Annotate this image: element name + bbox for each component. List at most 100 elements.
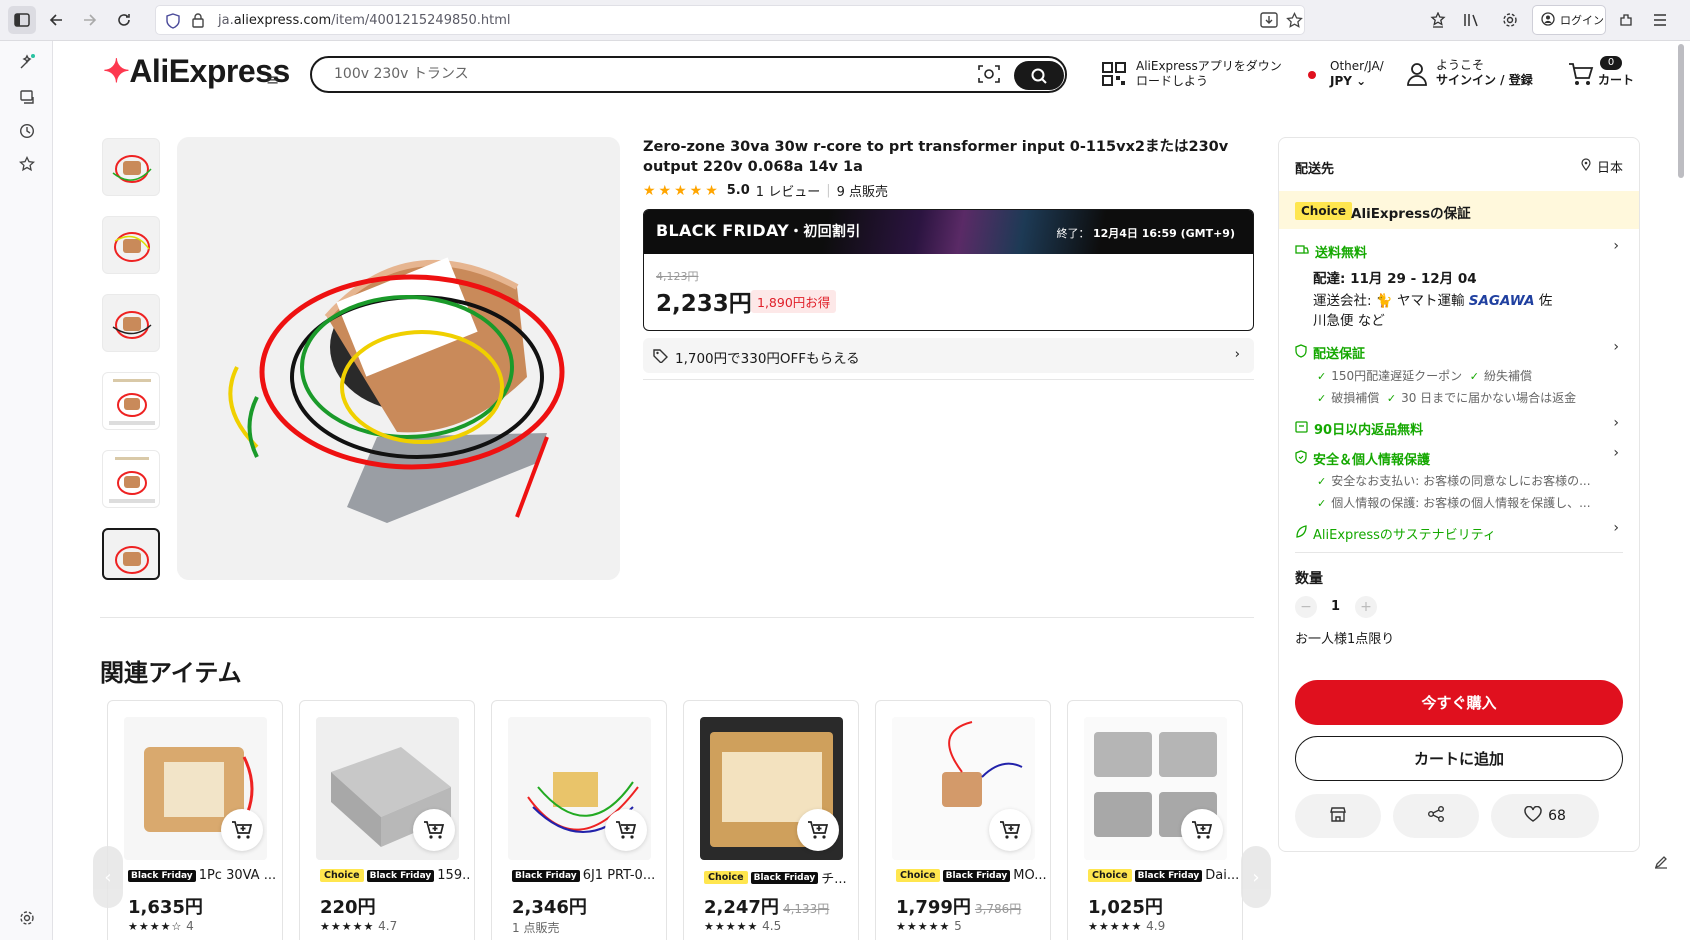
review-count[interactable]: 1 レビュー [756, 181, 820, 200]
extensions-icon[interactable] [1612, 6, 1640, 34]
region-selector[interactable]: Other/JA/JPY ⌄ [1330, 59, 1384, 89]
bookmarks-icon[interactable] [16, 153, 38, 175]
add-to-cart-icon[interactable] [989, 809, 1031, 851]
delivery-guarantee-row[interactable]: 配送保証 [1295, 343, 1365, 362]
related-item-card[interactable]: Choice Black Friday チ... 2,247円 4,133円 ★★★★… [683, 700, 859, 940]
related-item-title[interactable]: Choice Black Friday チ... [704, 868, 854, 887]
page-scrollbar[interactable] [1678, 44, 1684, 178]
ship-to-country[interactable]: 日本 [1581, 157, 1623, 176]
buy-now-button[interactable]: 今すぐ購入 [1295, 680, 1623, 725]
wishlist-button[interactable]: 68 [1491, 794, 1599, 838]
edit-pencil-icon[interactable] [1654, 855, 1668, 873]
extensions-star-icon[interactable] [1424, 6, 1452, 34]
url-bar[interactable]: ja.aliexpress.com/item/4001215249850.htm… [155, 5, 1305, 35]
chevron-right-icon[interactable]: › [1613, 445, 1619, 461]
chevron-right-icon[interactable]: › [1613, 520, 1619, 536]
forward-icon[interactable] [76, 6, 104, 34]
related-item-rating: ★★★★★ 4.5 [704, 919, 782, 933]
search-bar [310, 56, 1067, 93]
divider [100, 617, 1254, 618]
product-thumbnail[interactable] [102, 216, 160, 274]
free-shipping-row[interactable]: 送料無料 [1295, 242, 1367, 261]
carousel-prev-button[interactable]: ‹ [93, 846, 123, 908]
gear-icon[interactable] [1496, 6, 1524, 34]
related-item-price: 220円 [320, 897, 376, 918]
product-thumbnail-selected[interactable] [102, 528, 160, 580]
coupon-row[interactable]: 1,700円で330円OFFもらえる › [643, 338, 1254, 373]
store-button[interactable] [1295, 794, 1381, 838]
menu-icon[interactable] [1646, 6, 1674, 34]
chevron-right-icon[interactable]: › [1613, 238, 1619, 254]
related-item-title[interactable]: Black Friday 1Pc 30VA ... [128, 868, 278, 883]
bookmark-star-icon[interactable] [1286, 11, 1303, 33]
cart-icon[interactable] [1568, 62, 1594, 90]
related-item-card[interactable]: Black Friday 6J1 PRT-0... 2,346円 1 点販売 [491, 700, 667, 940]
related-item-card[interactable]: ChoiceBlack Friday159... 220円 ★★★★★ 4.7 [299, 700, 475, 940]
search-input[interactable] [334, 65, 954, 81]
related-item-card[interactable]: Black Friday 1Pc 30VA ... 1,635円 ★★★★☆ 4 [107, 700, 283, 940]
add-to-cart-icon[interactable] [413, 809, 455, 851]
history-icon[interactable] [16, 120, 38, 142]
related-item-title[interactable]: Black Friday 6J1 PRT-0... [512, 868, 662, 883]
add-to-cart-button[interactable]: カートに追加 [1295, 736, 1623, 781]
product-thumbnail[interactable] [102, 138, 160, 196]
chevron-right-icon[interactable]: › [1613, 339, 1619, 355]
app-download-link[interactable]: AliExpressアプリをダウン ロードしよう [1136, 59, 1282, 89]
categories-menu-icon[interactable]: ≡ [266, 70, 279, 89]
share-button[interactable] [1393, 794, 1479, 838]
add-to-cart-icon[interactable] [221, 809, 263, 851]
quantity-decrease-button[interactable]: − [1295, 596, 1317, 618]
related-item-image[interactable] [892, 717, 1035, 860]
product-main-image[interactable] [177, 137, 620, 580]
signin-link[interactable]: ようこそ サインイン / 登録 [1436, 58, 1533, 88]
related-item-title[interactable]: Choice Black Friday MO... [896, 868, 1046, 883]
related-item-image[interactable] [124, 717, 267, 860]
add-to-cart-icon[interactable] [605, 809, 647, 851]
qr-code-icon[interactable] [1102, 62, 1126, 90]
back-icon[interactable] [42, 6, 70, 34]
quantity-increase-button[interactable]: + [1355, 596, 1377, 618]
related-item-card[interactable]: Choice Black Friday Dai... 1,025円 ★★★★★ 4.… [1067, 700, 1243, 940]
rating-row[interactable]: ★★★★★ 5.0 1 レビュー | 9 点販売 [643, 181, 888, 201]
related-item-title[interactable]: Choice Black Friday Dai... [1088, 868, 1238, 883]
cart-label[interactable]: カート [1598, 73, 1634, 88]
carousel-next-button[interactable]: › [1241, 846, 1271, 908]
black-friday-price-box: BLACK FRIDAY・初回割引 終了： 12月4日 16:59 (GMT+9… [643, 209, 1254, 331]
aliexpress-logo[interactable]: ✦AliExpress [103, 52, 290, 90]
shield-icon[interactable] [166, 13, 180, 33]
returns-row[interactable]: 90日以内返品無料 [1295, 419, 1423, 438]
ai-chat-icon[interactable] [16, 51, 38, 73]
related-item-image[interactable] [700, 717, 843, 860]
reload-icon[interactable] [110, 6, 138, 34]
japan-flag-icon [1308, 71, 1316, 79]
related-item-card[interactable]: Choice Black Friday MO... 1,799円 3,786円 ★★★… [875, 700, 1051, 940]
related-item-image[interactable] [1084, 717, 1227, 860]
related-item-title[interactable]: ChoiceBlack Friday159... [320, 868, 470, 883]
sale-price: 2,233円 [656, 291, 752, 317]
coupon-text: 1,700円で330円OFFもらえる [675, 351, 860, 367]
image-search-icon[interactable] [978, 64, 1002, 86]
user-icon[interactable] [1406, 62, 1428, 90]
sidebar-toggle-icon[interactable] [8, 6, 36, 34]
product-thumbnail[interactable] [102, 372, 160, 430]
location-pin-icon [1581, 158, 1591, 175]
sustainability-row[interactable]: AliExpressのサステナビリティ [1295, 524, 1496, 543]
add-to-cart-icon[interactable] [1181, 809, 1223, 851]
product-thumbnail[interactable] [102, 450, 160, 508]
chevron-right-icon[interactable]: › [1613, 415, 1619, 431]
quantity-value[interactable]: 1 [1331, 599, 1340, 614]
product-thumbnail[interactable] [102, 294, 160, 352]
synced-tabs-icon[interactable] [16, 86, 38, 108]
lock-icon[interactable] [192, 13, 204, 32]
sidebar-settings-icon[interactable] [16, 907, 38, 929]
related-item-image[interactable] [316, 717, 459, 860]
security-row[interactable]: 安全＆個人情報保護 [1295, 449, 1430, 468]
login-button[interactable]: ログイン [1532, 5, 1606, 35]
account-icon [1541, 11, 1555, 29]
search-button[interactable] [1014, 61, 1064, 90]
add-to-cart-icon[interactable] [797, 809, 839, 851]
library-icon[interactable] [1458, 6, 1486, 34]
related-item-image[interactable] [508, 717, 651, 860]
product-tag: Choice [704, 871, 748, 884]
download-page-icon[interactable] [1260, 12, 1278, 32]
